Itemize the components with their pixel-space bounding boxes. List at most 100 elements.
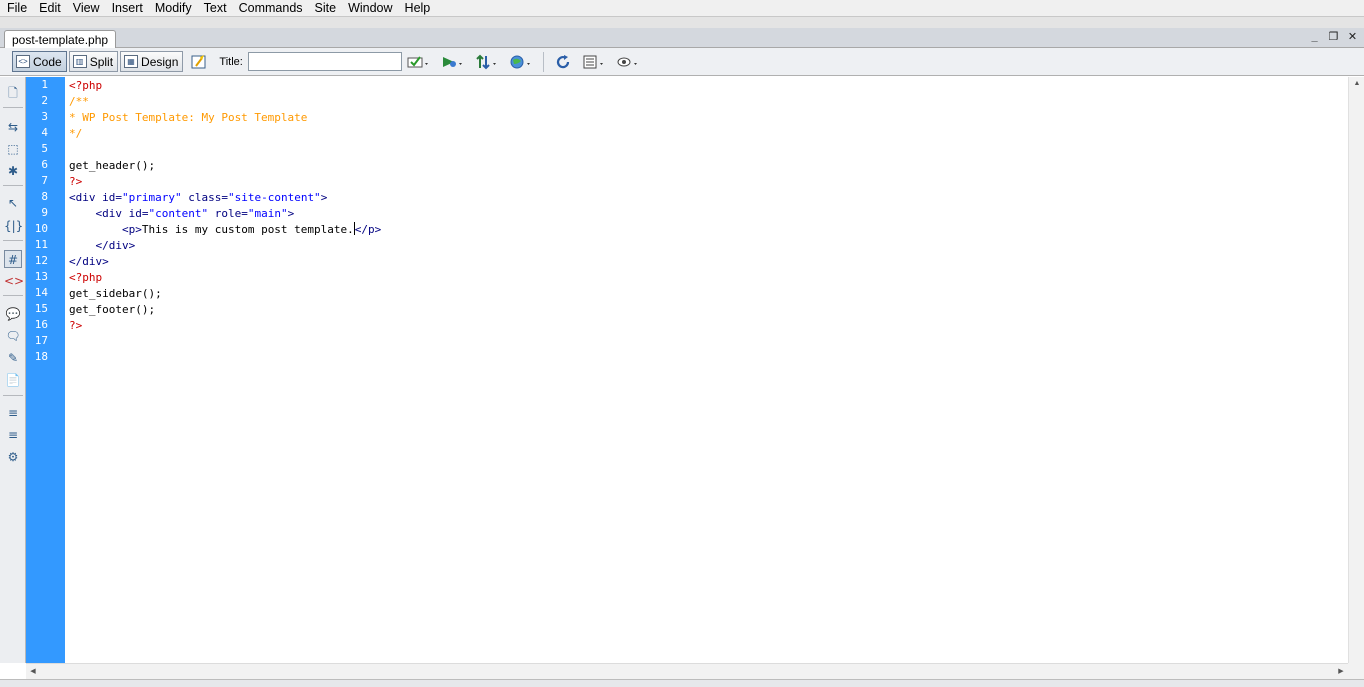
attr-value: "site-content"	[227, 191, 321, 204]
design-view-label: Design	[141, 54, 179, 69]
coding-toolbar: 🗋 ⇆ ⬚ ✱ ↖ {|} # <> 💬 🗨 ✎ 📄 ≡ ≡ ⚙	[0, 77, 26, 663]
toolbar-separator	[3, 395, 23, 396]
vertical-scrollbar[interactable]: ▲	[1348, 77, 1364, 663]
tag-close: </div>	[95, 239, 136, 252]
line-number: 10	[34, 222, 48, 235]
tag-close: </p>	[354, 223, 382, 236]
code-line-8: <div id="primary" class="site-content">	[69, 190, 327, 206]
document-window-controls: _ ❐ ✕	[1307, 29, 1360, 45]
wrap-tag-icon[interactable]: ✎	[4, 349, 22, 367]
minimize-icon[interactable]: _	[1307, 29, 1322, 45]
scroll-up-icon[interactable]: ▲	[1349, 77, 1364, 91]
scroll-right-icon[interactable]: ▶	[1334, 664, 1348, 680]
attr-value: "content"	[148, 207, 209, 220]
select-parent-tag-icon[interactable]: ↖	[4, 194, 22, 212]
balance-braces-icon[interactable]: {|}	[4, 217, 23, 235]
attr-name: id=	[102, 191, 122, 204]
horizontal-scrollbar[interactable]: ◀ ▶	[26, 663, 1348, 679]
code-line-6: get_header();	[69, 159, 156, 172]
line-number-gutter: 1 2 3 4 5 6 7 8 9 10 11 12 13 14 15 16 1…	[26, 77, 65, 663]
split-view-icon: ▥	[72, 55, 87, 68]
live-code-icon[interactable]	[189, 52, 209, 72]
code-line-11: </div>	[69, 238, 136, 254]
scrollbar-corner	[1348, 663, 1364, 679]
menubar: File Edit View Insert Modify Text Comman…	[0, 0, 1364, 16]
code-line-2: /**	[69, 95, 89, 108]
panel-divider	[0, 16, 1364, 28]
open-documents-icon[interactable]: 🗋	[4, 84, 22, 102]
code-line-10: <p>This is my custom post template.</p>	[69, 222, 381, 238]
code-line-1: <?php	[69, 79, 103, 92]
line-number: 16	[34, 318, 48, 331]
remove-comment-icon[interactable]: 🗨	[4, 327, 22, 345]
restore-icon[interactable]: ❐	[1326, 29, 1341, 45]
format-source-icon[interactable]: ⚙	[4, 448, 22, 466]
line-number: 18	[34, 350, 48, 363]
outdent-code-icon[interactable]: ≡	[4, 426, 22, 444]
menu-modify[interactable]: Modify	[149, 1, 198, 15]
toolbar-separator	[3, 107, 23, 108]
preview-icon[interactable]	[440, 52, 466, 72]
code-line-13: <?php	[69, 271, 103, 284]
code-line-3: * WP Post Template: My Post Template	[69, 111, 308, 124]
collapse-full-tag-icon[interactable]: ⇆	[4, 118, 22, 136]
line-number: 15	[34, 302, 48, 315]
design-view-button[interactable]: ▦ Design	[120, 51, 184, 72]
validate-icon[interactable]	[406, 52, 432, 72]
line-number: 5	[41, 142, 48, 155]
close-icon[interactable]: ✕	[1345, 29, 1360, 45]
view-options-icon[interactable]	[581, 52, 607, 72]
apply-comment-icon[interactable]: 💬	[4, 305, 22, 323]
code-line-14: get_sidebar();	[69, 287, 162, 300]
recent-snippets-icon[interactable]: 📄	[4, 371, 22, 389]
line-number: 11	[34, 238, 48, 251]
line-number: 8	[41, 190, 48, 203]
menu-edit[interactable]: Edit	[33, 1, 67, 15]
split-view-button[interactable]: ▥ Split	[68, 51, 119, 72]
toolbar-separator	[542, 51, 544, 72]
code-editor[interactable]: <?php /** * WP Post Template: My Post Te…	[65, 77, 1348, 663]
attr-value: "primary"	[122, 191, 182, 204]
menu-text[interactable]: Text	[198, 1, 233, 15]
status-bar	[0, 679, 1364, 687]
menu-view[interactable]: View	[67, 1, 106, 15]
code-line-9: <div id="content" role="main">	[69, 206, 295, 222]
code-line-16: ?>	[69, 319, 83, 332]
document-tab[interactable]: post-template.php	[4, 30, 117, 49]
menu-commands[interactable]: Commands	[233, 1, 309, 15]
code-view-label: Code	[33, 54, 62, 69]
highlight-invalid-code-icon[interactable]: <>	[4, 272, 24, 290]
tag-close: >	[320, 191, 328, 204]
code-view-button[interactable]: <> Code	[12, 51, 67, 72]
line-number: 14	[34, 286, 48, 299]
code-line-4: */	[69, 127, 83, 140]
code-line-12: </div>	[69, 255, 109, 268]
indent-code-icon[interactable]: ≡	[4, 404, 22, 422]
tag-open: <div	[95, 207, 129, 220]
visual-aids-icon[interactable]	[615, 52, 641, 72]
menu-file[interactable]: File	[1, 1, 33, 15]
scroll-left-icon[interactable]: ◀	[26, 664, 40, 680]
file-management-icon[interactable]	[474, 52, 500, 72]
paragraph-text: This is my custom post template.	[141, 223, 354, 236]
toolbar-separator	[3, 295, 23, 296]
split-view-label: Split	[89, 54, 114, 69]
menu-window[interactable]: Window	[342, 1, 398, 15]
title-input[interactable]	[247, 52, 402, 71]
line-number: 9	[41, 206, 48, 219]
design-view-icon: ▦	[124, 55, 139, 68]
menu-insert[interactable]: Insert	[106, 1, 149, 15]
toolbar-separator	[3, 185, 23, 186]
menu-site[interactable]: Site	[309, 1, 343, 15]
attr-name: role=	[208, 207, 248, 220]
line-number: 7	[41, 174, 48, 187]
expand-all-icon[interactable]: ✱	[4, 162, 22, 180]
refresh-icon[interactable]	[553, 52, 573, 72]
browser-check-icon[interactable]	[508, 52, 534, 72]
collapse-selection-icon[interactable]: ⬚	[4, 140, 22, 158]
menu-help[interactable]: Help	[399, 1, 437, 15]
line-numbers-icon[interactable]: #	[4, 250, 22, 268]
